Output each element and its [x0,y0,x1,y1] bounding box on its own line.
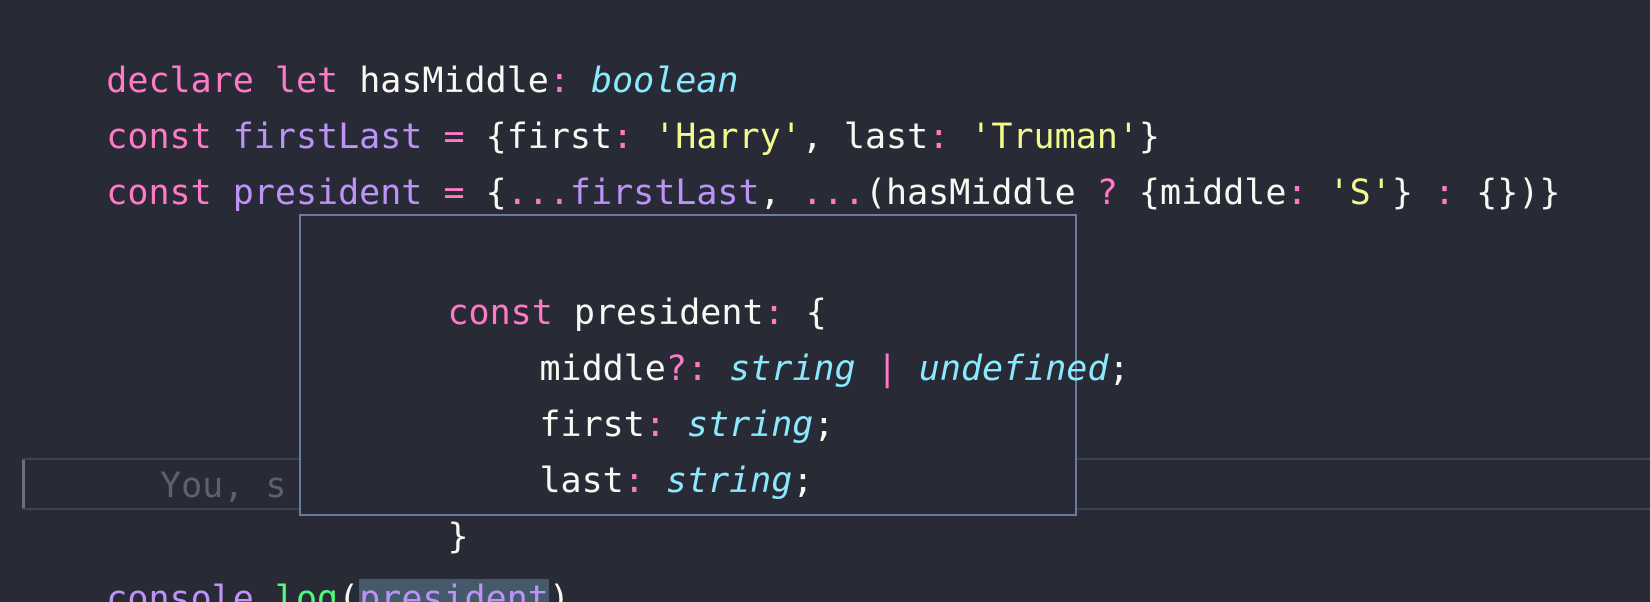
key-middle: middle [1160,173,1287,213]
brace-close: } [447,517,469,557]
git-blame-annotation: You, s [160,466,287,506]
empty-object: {} [1476,173,1519,213]
dot: . [253,579,275,602]
hover-line-5: } [321,453,468,557]
git-gutter-marker [22,460,25,508]
ternary-colon: : [1433,173,1456,213]
hover-line-1: const president: { [321,229,826,333]
semicolon: ; [813,405,835,445]
hover-line-4: last: string; [321,397,813,501]
operator-equals: = [443,173,465,213]
brace-close: } [1391,173,1413,213]
hover-line-2: middle?: string | undefined; [321,285,1129,389]
brace-close: } [1539,173,1561,213]
identifier-console: console [106,579,254,602]
colon: : [1286,173,1308,213]
hover-line-3: first: string; [321,341,834,445]
identifier-president: president [232,173,423,213]
colon: : [623,461,645,501]
brace-open: { [1138,173,1160,213]
identifier-firstLast: firstLast [569,173,760,213]
keyword-const: const [106,173,212,213]
type-undefined: undefined [918,349,1109,389]
type-string: string [665,461,793,501]
code-line-3[interactable]: const president = {...firstLast, ...(has… [22,109,1560,213]
semicolon: ; [1108,349,1130,389]
paren-close: ) [548,579,570,602]
hover-tooltip[interactable]: const president: { middle?: string | und… [299,214,1130,557]
property-last: last [539,461,624,501]
code-line-1[interactable]: declare let hasMiddle: boolean [22,0,738,101]
ternary-question: ? [1096,173,1118,213]
union-pipe: | [876,349,898,389]
code-editor[interactable]: declare let hasMiddle: boolean const fir… [0,0,1650,602]
paren-close: ) [1518,173,1540,213]
spread-operator: ... [801,173,865,213]
comma: , [759,173,781,213]
code-line-2[interactable]: const firstLast = {first: 'Harry', last:… [22,53,1160,157]
spread-operator: ... [506,173,570,213]
paren-open: ( [864,173,887,213]
string-s: 'S' [1328,173,1392,213]
identifier-hasMiddle: hasMiddle [886,173,1076,213]
brace-open: { [485,173,507,213]
semicolon: ; [792,461,814,501]
